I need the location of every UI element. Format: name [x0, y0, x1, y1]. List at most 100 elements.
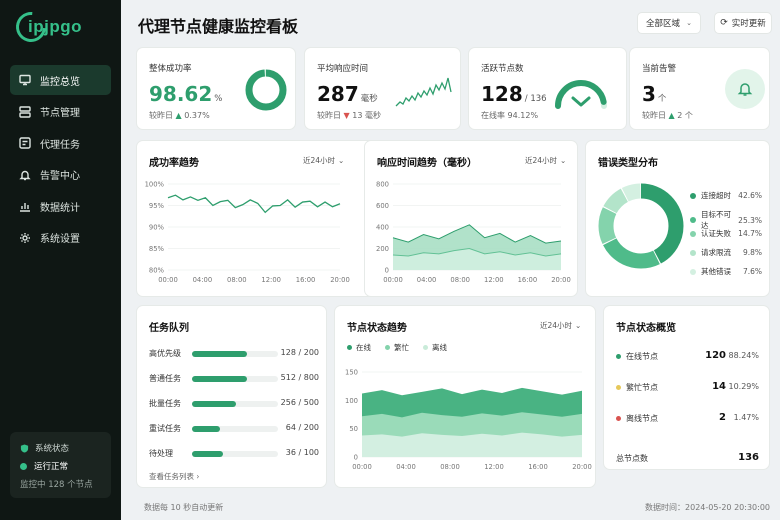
card-title: 任务队列 — [149, 323, 189, 334]
footer-update-note: 数据每 10 秒自动更新 — [144, 503, 224, 512]
success-trend-chart: 100% 95% 90% 85% 80%00:00 04:00 08:00 12:00 16:0… — [145, 181, 350, 285]
sidebar-item-label: 节点管理 — [40, 108, 80, 120]
sidebar-item-alerts[interactable]: 告警中心 — [10, 160, 111, 190]
kpi-card-latency: 平均响应时间 287 毫秒 较昨日 ▼ 13 毫秒 — [304, 47, 461, 130]
sidebar-item-tasks[interactable]: 代理任务 — [10, 128, 111, 158]
error-pct: 7.6% — [742, 267, 762, 276]
node-area-离线 — [362, 432, 582, 457]
system-status-title: 系统状态 — [35, 444, 70, 454]
total-nodes-row: 总节点数 136 — [616, 452, 759, 464]
x-tick-label: 00:00 — [352, 463, 372, 471]
active-gauge-arc — [555, 80, 607, 109]
kpi-title: 整体成功率 — [149, 64, 192, 74]
legend-busy: 繁忙 — [385, 342, 409, 353]
y-tick-label: 0 — [354, 454, 358, 462]
range-select-label: 近24小时 — [525, 155, 558, 165]
range-select[interactable]: 近24小时 ⌄ — [303, 152, 344, 168]
main-area: 代理节点健康监控看板 全部区域 ⌄ ⟳ 实时更新 整体成功率 98.62% 较昨… — [121, 0, 780, 520]
kpi-card-alerts: 当前告警 3个 较昨日 ▲ 2 个 — [629, 47, 770, 130]
footer: 数据每 10 秒自动更新 数据时间：2024-05-20 20:30:00 — [121, 495, 780, 520]
kpi-unit: 个 — [657, 94, 667, 104]
refresh-icon: ⟳ — [720, 18, 728, 28]
sidebar-item-monitor[interactable]: 监控总览 — [10, 65, 111, 95]
refresh-button[interactable]: ⟳ 实时更新 — [714, 12, 772, 34]
view-task-list-link[interactable]: 查看任务列表 › — [149, 471, 199, 482]
arrow-down-icon: ▼ — [343, 111, 350, 120]
kpi-title: 平均响应时间 — [317, 64, 369, 74]
queue-progress-fill — [192, 376, 248, 382]
error-donut-chart — [598, 183, 684, 269]
queue-value: 64 / 200 — [285, 423, 319, 432]
shield-icon — [20, 443, 29, 453]
latency-sparkline — [395, 77, 452, 107]
queue-value: 128 / 200 — [280, 348, 319, 357]
queue-row: 高优先级 128 / 200 — [149, 348, 319, 360]
sidebar-item-stats[interactable]: 数据统计 — [10, 191, 111, 221]
gear-icon — [20, 232, 30, 243]
y-tick-label: 600 — [376, 202, 389, 210]
region-select[interactable]: 全部区域 ⌄ — [637, 12, 701, 34]
queue-label: 待处理 — [149, 449, 173, 458]
legend-dot-icon — [690, 217, 696, 223]
error-label: 请求限流 — [701, 248, 731, 257]
status-dot-icon — [616, 385, 621, 390]
kpi-number: 3 — [642, 82, 656, 106]
error-pct: 42.6% — [738, 191, 762, 200]
node-trend-card: 节点状态趋势 近24小时 ⌄ 在线 繁忙 离线 150 100 50 0 00:00 04:… — [334, 305, 596, 488]
active-gauge-chart — [555, 80, 607, 109]
sidebar-item-nodes[interactable]: 节点管理 — [10, 97, 111, 127]
status-dot-icon — [616, 416, 621, 421]
queue-progress-bar — [192, 426, 278, 432]
system-status-monitoring: 监控中 128 个节点 — [20, 480, 93, 490]
kpi-online-rate: 在线率 94.12% — [481, 111, 539, 120]
kpi-title: 活跃节点数 — [481, 64, 524, 74]
kpi-compare-label: 较昨日 — [149, 111, 173, 120]
sidebar-item-label: 数据统计 — [40, 202, 80, 214]
node-status-count: 120 — [705, 350, 726, 361]
arrow-up-icon: ▲ — [668, 111, 675, 120]
queue-progress-bar — [192, 376, 278, 382]
logo[interactable]: ipjpgo — [9, 5, 82, 49]
kpi-number: 287 — [317, 82, 359, 106]
kpi-value: 128/ 136 — [481, 82, 547, 106]
y-tick-label: 90% — [149, 224, 165, 232]
y-tick-label: 150 — [345, 369, 358, 377]
chevron-down-icon: ⌄ — [560, 155, 567, 165]
bell-icon — [737, 83, 753, 96]
error-pct: 25.3% — [738, 215, 762, 225]
success-ring-arc — [245, 69, 287, 111]
y-tick-label: 95% — [149, 202, 165, 210]
queue-progress-fill — [192, 451, 223, 457]
node-status-label: 离线节点 — [626, 414, 658, 423]
arrow-up-icon: ▲ — [175, 111, 182, 120]
card-title: 错误类型分布 — [598, 158, 658, 169]
kpi-card-active: 活跃节点数 128/ 136 在线率 94.12% — [468, 47, 627, 130]
task-queue-card: 任务队列 高优先级 128 / 200 普通任务 512 / 800 批量任务 256 /… — [136, 305, 327, 488]
x-tick-label: 08:00 — [450, 276, 470, 284]
alert-bell-badge[interactable] — [725, 69, 765, 109]
x-tick-label: 20:00 — [330, 276, 350, 284]
sidebar-item-settings[interactable]: 系统设置 — [10, 223, 111, 253]
error-legend-row: 其他错误 7.6% — [690, 266, 762, 277]
sidebar-item-label: 监控总览 — [40, 76, 80, 88]
legend-dot-icon — [690, 268, 696, 275]
queue-value: 512 / 800 — [280, 373, 319, 382]
y-tick-label: 50 — [349, 425, 358, 433]
kpi-value: 287 毫秒 — [317, 82, 378, 106]
kpi-card-success: 整体成功率 98.62% 较昨日 ▲ 0.37% — [136, 47, 296, 130]
footer-data-time: 数据时间：2024-05-20 20:30:00 — [645, 503, 770, 512]
x-tick-label: 12:00 — [484, 463, 504, 471]
range-select[interactable]: 近24小时 ⌄ — [540, 317, 581, 333]
latency-trend-chart: 800 600 400 200 000:00 04:00 08:00 12:00 16:00 20… — [376, 181, 571, 285]
node-status-row: 繁忙节点 14 10.29% — [616, 381, 759, 394]
range-select[interactable]: 近24小时 ⌄ — [525, 152, 566, 168]
y-tick-label: 85% — [149, 245, 165, 253]
monitor-icon — [19, 74, 31, 86]
nodes-icon — [19, 105, 31, 118]
range-select-label: 近24小时 — [540, 320, 573, 330]
total-nodes-label: 总节点数 — [616, 454, 648, 463]
kpi-compare-label: 较昨日 — [317, 111, 341, 120]
card-title: 节点状态趋势 — [347, 323, 407, 334]
kpi-delta: 2 个 — [677, 111, 693, 120]
sidebar-item-label: 系统设置 — [40, 234, 80, 246]
